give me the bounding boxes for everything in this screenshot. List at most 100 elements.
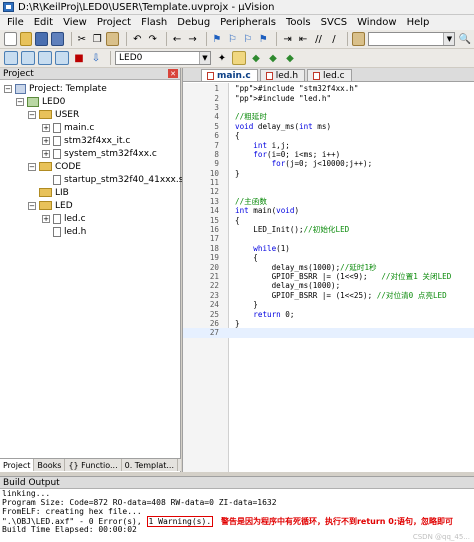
menu-svcs[interactable]: SVCS <box>316 17 353 28</box>
expand-toggle-icon[interactable]: + <box>42 136 50 145</box>
tree-label-file: startup_stm32f40_41xxx.s <box>64 174 184 185</box>
menu-help[interactable]: Help <box>402 17 435 28</box>
code-editor: main.c led.h led.c 1 "pp">#include "stm32… <box>182 68 474 472</box>
c-file-icon <box>53 135 61 146</box>
tree-node-file[interactable]: led.h <box>53 225 86 238</box>
tree-node-file[interactable]: + system_stm32f4xx.c <box>42 147 157 160</box>
redo-icon[interactable]: ↷ <box>147 32 159 46</box>
find-combo[interactable]: ▼ <box>367 32 456 46</box>
open-file-icon[interactable] <box>19 32 33 46</box>
tab-project[interactable]: Project <box>0 459 35 471</box>
menu-debug[interactable]: Debug <box>172 17 215 28</box>
code-line-text: } <box>235 300 258 310</box>
line-number: 23 <box>209 290 219 300</box>
code-line-text: while(1) <box>253 243 290 253</box>
find-in-files-icon[interactable] <box>352 32 365 46</box>
build-icon[interactable] <box>21 51 35 65</box>
collapse-toggle-icon[interactable]: − <box>28 110 36 119</box>
bookmark-icon[interactable]: ⚑ <box>211 32 223 46</box>
run-time-environment-icon[interactable]: ◆ <box>266 51 280 65</box>
target-options-icon[interactable]: ✦ <box>215 51 229 65</box>
tab-templates[interactable]: 0. Templat... <box>122 459 179 471</box>
line-number: 14 <box>209 206 219 216</box>
tree-node-group-led[interactable]: − LED <box>28 199 73 212</box>
comment-icon[interactable]: // <box>312 32 324 46</box>
watermark: CSDN @qq_45... <box>412 533 470 541</box>
pack-installer-icon[interactable]: ◆ <box>283 51 297 65</box>
close-icon[interactable]: ✕ <box>168 69 178 78</box>
menu-edit[interactable]: Edit <box>29 17 58 28</box>
code-line-text: "pp">#include "led.h" <box>235 93 332 103</box>
stop-build-icon[interactable]: ■ <box>72 51 86 65</box>
bookmark-prev-icon[interactable]: ⚐ <box>226 32 238 46</box>
target-select[interactable]: LED0 ▼ <box>115 51 211 65</box>
code-line: 21 GPIOF_BSRR |= (1<<9); //对位置1 关闭LED <box>183 272 474 281</box>
h-file-icon <box>265 71 273 80</box>
collapse-toggle-icon[interactable]: − <box>28 162 36 171</box>
tab-functions[interactable]: {} Functio... <box>65 459 122 471</box>
line-number: 21 <box>209 272 219 281</box>
tree-node-project[interactable]: − Project: Template <box>4 82 107 95</box>
uncomment-icon[interactable]: / <box>328 32 340 46</box>
c-file-icon <box>313 71 321 80</box>
indent-icon[interactable]: ⇥ <box>281 32 293 46</box>
manage-components-icon[interactable]: ◆ <box>249 51 263 65</box>
tree-node-group-user[interactable]: − USER <box>28 108 79 121</box>
paste-icon[interactable] <box>106 32 120 46</box>
tree-node-group-code[interactable]: − CODE <box>28 160 81 173</box>
tree-node-target[interactable]: − LED0 <box>16 95 65 108</box>
chevron-down-icon[interactable]: ▼ <box>443 33 455 45</box>
file-extensions-icon[interactable] <box>232 51 246 65</box>
tab-books[interactable]: Books <box>34 459 66 471</box>
menu-bar: File Edit View Project Flash Debug Perip… <box>0 15 474 30</box>
save-icon[interactable] <box>35 32 49 46</box>
expand-toggle-icon[interactable]: + <box>42 214 50 223</box>
menu-peripherals[interactable]: Peripherals <box>215 17 281 28</box>
build-output-text[interactable]: linking... Program Size: Code=872 RO-dat… <box>0 489 474 534</box>
tree-node-file[interactable]: + stm32f4xx_it.c <box>42 134 130 147</box>
find-icon[interactable]: 🔍 <box>458 32 470 46</box>
menu-window[interactable]: Window <box>352 17 401 28</box>
editor-tabs: main.c led.h led.c <box>183 68 474 82</box>
menu-view[interactable]: View <box>58 17 92 28</box>
tree-node-group-lib[interactable]: LIB <box>39 186 69 199</box>
build-line: Program Size: Code=872 RO-data=408 RW-da… <box>2 498 277 507</box>
undo-icon[interactable]: ↶ <box>131 32 143 46</box>
tree-node-file[interactable]: startup_stm32f40_41xxx.s <box>53 173 183 186</box>
tree-node-file[interactable]: + main.c <box>42 121 94 134</box>
code-text-area[interactable]: 1 "pp">#include "stm32f4xx.h" 2 "pp">#inclu… <box>183 84 474 338</box>
unindent-icon[interactable]: ⇤ <box>297 32 309 46</box>
collapse-toggle-icon[interactable]: − <box>4 84 12 93</box>
code-line: 26} <box>183 319 474 328</box>
code-line: 5 void delay_ms(int ms) <box>183 122 474 131</box>
back-icon[interactable]: ← <box>171 32 183 46</box>
bookmark-next-icon[interactable]: ⚐ <box>242 32 254 46</box>
project-panel-title: Project <box>3 68 34 79</box>
copy-icon[interactable]: ❐ <box>91 32 103 46</box>
bookmark-clear-icon[interactable]: ⚑ <box>257 32 269 46</box>
file-toolbar: ✂ ❐ ↶ ↷ ← → ⚑ ⚐ ⚐ ⚑ ⇥ ⇤ // / ▼ 🔍 <box>0 30 474 49</box>
download-icon[interactable]: ⇩ <box>89 51 103 65</box>
forward-icon[interactable]: → <box>186 32 198 46</box>
save-all-icon[interactable] <box>51 32 64 46</box>
chevron-down-icon[interactable]: ▼ <box>199 52 210 64</box>
tab-led-h[interactable]: led.h <box>259 69 306 81</box>
expand-toggle-icon[interactable]: + <box>42 149 50 158</box>
expand-toggle-icon[interactable]: + <box>42 123 50 132</box>
new-file-icon[interactable] <box>4 32 17 46</box>
tab-main-c[interactable]: main.c <box>201 69 258 81</box>
tab-led-c[interactable]: led.c <box>307 69 352 81</box>
tree-node-file[interactable]: + led.c <box>42 212 86 225</box>
build-toolbar: ■ ⇩ LED0 ▼ ✦ ◆ ◆ ◆ <box>0 49 474 68</box>
collapse-toggle-icon[interactable]: − <box>28 201 36 210</box>
translate-icon[interactable] <box>4 51 18 65</box>
code-line-text: int i,j; <box>253 140 290 150</box>
menu-flash[interactable]: Flash <box>136 17 172 28</box>
collapse-toggle-icon[interactable]: − <box>16 97 24 106</box>
batch-build-icon[interactable] <box>55 51 69 65</box>
menu-project[interactable]: Project <box>92 17 136 28</box>
rebuild-icon[interactable] <box>38 51 52 65</box>
cut-icon[interactable]: ✂ <box>76 32 88 46</box>
menu-tools[interactable]: Tools <box>281 17 316 28</box>
menu-file[interactable]: File <box>2 17 29 28</box>
